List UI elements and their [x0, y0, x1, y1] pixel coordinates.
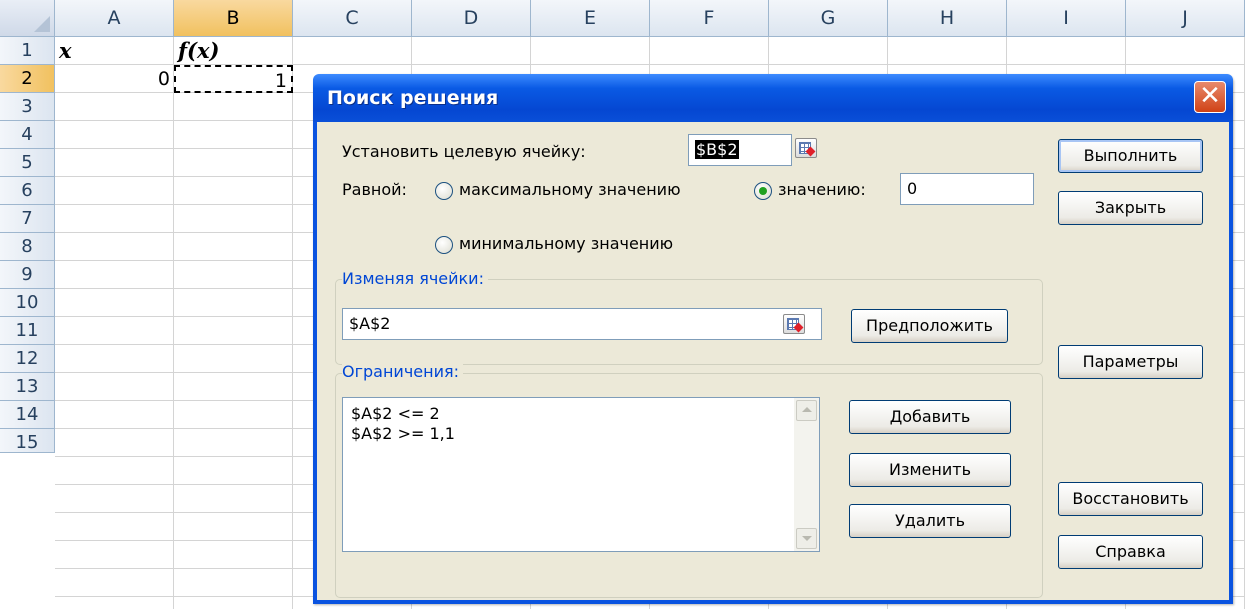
constraint-item[interactable]: $A$2 <= 2	[343, 404, 819, 424]
options-button[interactable]: Параметры	[1058, 345, 1203, 379]
row-header-15[interactable]: 15	[0, 429, 55, 453]
row-header-5[interactable]: 5	[0, 149, 55, 177]
solve-button[interactable]: Выполнить	[1058, 139, 1203, 173]
radio-value-label[interactable]: значению:	[778, 180, 866, 199]
row-header-12[interactable]: 12	[0, 345, 55, 373]
column-header-d[interactable]: D	[412, 0, 531, 37]
help-button[interactable]: Справка	[1058, 535, 1203, 569]
cell-a2[interactable]: 0	[55, 65, 174, 93]
cell-b1[interactable]: f(x)	[174, 37, 293, 65]
column-header-b[interactable]: B	[174, 0, 293, 37]
row-header-7[interactable]: 7	[0, 205, 55, 233]
row-header-11[interactable]: 11	[0, 317, 55, 345]
cell-b2[interactable]: 1	[174, 65, 293, 93]
radio-max[interactable]	[435, 182, 453, 200]
reset-all-button[interactable]: Восстановить	[1058, 482, 1203, 516]
select-all-corner[interactable]	[0, 0, 55, 37]
guess-button[interactable]: Предположить	[851, 309, 1008, 343]
radio-min-label[interactable]: минимальному значению	[459, 234, 673, 253]
row-header-6[interactable]: 6	[0, 177, 55, 205]
row-header-1[interactable]: 1	[0, 37, 55, 65]
row-header-14[interactable]: 14	[0, 401, 55, 429]
row-header-13[interactable]: 13	[0, 373, 55, 401]
constraints-list[interactable]: $A$2 <= 2 $A$2 >= 1,1	[342, 397, 820, 552]
collapse-dialog-icon[interactable]	[783, 314, 805, 334]
column-header-f[interactable]: F	[650, 0, 769, 37]
column-header-c[interactable]: C	[293, 0, 412, 37]
column-header-e[interactable]: E	[531, 0, 650, 37]
add-button[interactable]: Добавить	[849, 400, 1011, 434]
column-header-i[interactable]: I	[1007, 0, 1126, 37]
column-header-a[interactable]: A	[55, 0, 174, 37]
close-icon[interactable]: ✕	[1194, 81, 1226, 113]
equal-to-label: Равной:	[342, 180, 407, 199]
column-header-g[interactable]: G	[769, 0, 888, 37]
changing-cells-input[interactable]: $A$2	[342, 308, 822, 340]
constraints-scrollbar[interactable]	[794, 398, 819, 551]
row-header-8[interactable]: 8	[0, 233, 55, 261]
scroll-down-icon[interactable]	[796, 528, 817, 549]
change-button[interactable]: Изменить	[849, 453, 1011, 487]
constraint-item[interactable]: $A$2 >= 1,1	[343, 424, 819, 444]
row-header-2[interactable]: 2	[0, 65, 55, 93]
row-header-10[interactable]: 10	[0, 289, 55, 317]
delete-button[interactable]: Удалить	[849, 504, 1011, 538]
dialog-body: Установить целевую ячейку: $B$2 Равной: …	[317, 122, 1229, 600]
radio-value[interactable]	[754, 182, 772, 200]
row-header-9[interactable]: 9	[0, 261, 55, 289]
scroll-up-icon[interactable]	[796, 400, 817, 421]
dialog-title: Поиск решения	[327, 87, 499, 109]
row-header-3[interactable]: 3	[0, 93, 55, 121]
target-cell-input[interactable]: $B$2	[688, 134, 792, 166]
solver-dialog: Поиск решения ✕ Установить целевую ячейк…	[313, 74, 1233, 604]
constraints-label: Ограничения:	[342, 362, 463, 381]
column-header-h[interactable]: H	[888, 0, 1007, 37]
dialog-titlebar[interactable]: Поиск решения ✕	[313, 74, 1233, 122]
radio-max-label[interactable]: максимальному значению	[459, 180, 681, 199]
target-cell-value: $B$2	[695, 140, 739, 159]
target-cell-label: Установить целевую ячейку:	[342, 142, 586, 161]
radio-min[interactable]	[435, 236, 453, 254]
close-button[interactable]: Закрыть	[1058, 191, 1203, 225]
value-of-input[interactable]: 0	[900, 173, 1034, 205]
row-header-4[interactable]: 4	[0, 121, 55, 149]
column-header-j[interactable]: J	[1126, 0, 1245, 37]
collapse-dialog-icon[interactable]	[795, 138, 817, 158]
changing-cells-label: Изменяя ячейки:	[342, 269, 488, 288]
cell-a1[interactable]: x	[55, 37, 174, 65]
